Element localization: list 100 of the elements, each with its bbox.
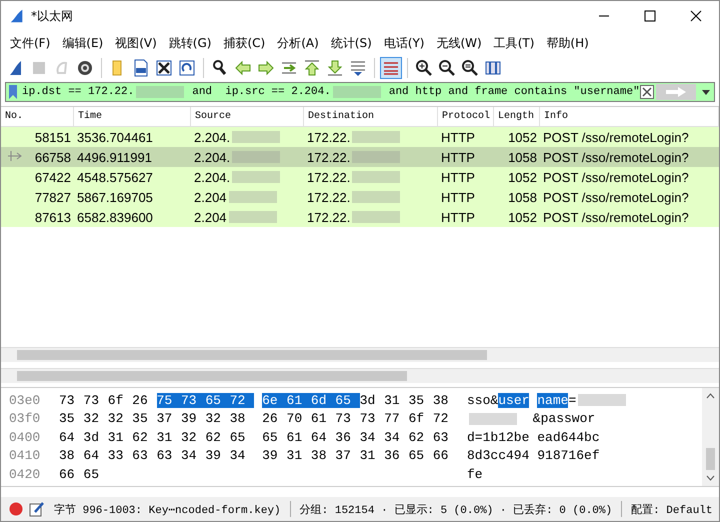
hex-byte[interactable]: 66 (59, 466, 84, 482)
horizontal-scrollbar[interactable] (1, 347, 719, 362)
hex-byte[interactable]: 31 (360, 448, 384, 464)
edit-icon[interactable] (29, 501, 45, 517)
hex-byte[interactable]: 37 (156, 411, 181, 426)
menu-item[interactable]: 跳转(G) (164, 32, 216, 54)
hex-byte[interactable]: 31 (156, 430, 181, 445)
hex-byte[interactable]: 61 (286, 430, 311, 445)
menu-item[interactable]: 视图(V) (110, 32, 162, 54)
ascii-text[interactable]: user (498, 392, 530, 408)
menu-item[interactable]: 帮助(H) (541, 32, 594, 54)
hex-byte[interactable]: 6e (262, 392, 287, 408)
hex-byte[interactable]: 34 (230, 448, 254, 464)
ascii-text[interactable]: = (568, 392, 576, 408)
menu-item[interactable]: 统计(S) (326, 32, 377, 54)
hex-byte[interactable]: 65 (262, 430, 287, 445)
menu-item[interactable]: 分析(A) (272, 32, 324, 54)
hex-byte[interactable]: 62 (132, 430, 157, 445)
hex-byte[interactable]: 66 (432, 448, 458, 464)
hex-byte[interactable]: 35 (59, 411, 84, 426)
vertical-scrollbar[interactable] (702, 388, 719, 486)
ascii-text[interactable]: name (537, 392, 568, 408)
menu-item[interactable]: 文件(F) (5, 32, 56, 54)
hex-byte[interactable]: 32 (108, 411, 132, 426)
hex-byte[interactable]: 62 (205, 430, 230, 445)
scroll-up-icon[interactable] (706, 393, 715, 399)
hex-byte[interactable]: 65 (83, 466, 108, 482)
hex-byte[interactable]: 38 (432, 392, 458, 408)
ascii-text[interactable]: d=1b12be ead644bc (467, 430, 600, 445)
hex-byte[interactable]: 34 (360, 430, 384, 445)
hex-byte[interactable]: 6d (310, 392, 336, 408)
hex-byte[interactable]: 31 (384, 392, 408, 408)
hex-byte[interactable]: 73 (83, 392, 108, 408)
hex-byte[interactable]: 33 (108, 448, 132, 464)
hex-byte[interactable]: 38 (59, 448, 84, 464)
close-icon[interactable] (690, 10, 702, 22)
hex-byte[interactable]: 72 (230, 392, 254, 408)
hex-byte[interactable]: 26 (262, 411, 287, 426)
hex-byte[interactable]: 39 (262, 448, 287, 464)
hex-byte[interactable]: 35 (132, 411, 157, 426)
hex-byte[interactable]: 31 (286, 448, 311, 464)
hex-byte[interactable]: 73 (180, 392, 206, 408)
packet-row[interactable]: 58151 3536.704461 2.204. 172.22. HTTP 1052 POST /sso/remoteLogin? (1, 127, 719, 147)
hex-byte[interactable]: 3d (83, 430, 108, 445)
hex-byte[interactable]: 32 (83, 411, 108, 426)
hex-byte[interactable]: 72 (432, 411, 458, 426)
hex-byte[interactable]: 32 (180, 430, 206, 445)
ascii-text[interactable]: &passwor (525, 411, 596, 426)
hex-byte[interactable]: 34 (384, 430, 408, 445)
ascii-text[interactable]: fe (467, 466, 483, 482)
horizontal-scrollbar[interactable] (1, 368, 719, 383)
hex-byte[interactable]: 63 (156, 448, 181, 464)
menu-item[interactable]: 捕获(C) (218, 32, 270, 54)
hex-byte[interactable]: 63 (432, 430, 458, 445)
hex-byte[interactable]: 65 (205, 392, 230, 408)
hex-byte[interactable]: 36 (335, 430, 360, 445)
ascii-text[interactable]: sso& (467, 392, 498, 408)
hex-byte[interactable]: 77 (384, 411, 408, 426)
menu-item[interactable]: 电话(Y) (378, 32, 430, 54)
maximize-icon[interactable] (644, 10, 656, 22)
hex-byte[interactable]: 6f (108, 392, 132, 408)
hex-byte[interactable]: 65 (335, 392, 360, 408)
hex-byte[interactable]: 64 (59, 430, 84, 445)
display-filter-field[interactable]: ip.dst == 172.22. and ip.src == 2.204. and http and frame contains "username" (5, 82, 715, 102)
hex-byte[interactable]: 65 (230, 430, 254, 445)
hex-byte[interactable]: 35 (408, 392, 433, 408)
hex-byte[interactable]: 38 (230, 411, 254, 426)
hex-byte[interactable]: 64 (83, 448, 108, 464)
menu-item[interactable]: 工具(T) (488, 32, 540, 54)
packet-row[interactable]: 77827 5867.169705 2.204 172.22. HTTP 1058 POST /sso/remoteLogin? (1, 187, 719, 207)
clear-icon[interactable] (640, 85, 654, 99)
hex-byte[interactable]: 31 (108, 430, 132, 445)
menu-item[interactable]: 编辑(E) (57, 32, 108, 54)
hex-byte[interactable]: 36 (384, 448, 408, 464)
hex-byte[interactable]: 3d (360, 392, 384, 408)
packet-row[interactable]: 67422 4548.575627 2.204. 172.22. HTTP 1052 POST /sso/remoteLogin? (1, 167, 719, 187)
hex-byte[interactable]: 70 (286, 411, 311, 426)
hex-byte[interactable]: 34 (180, 448, 206, 464)
hex-byte[interactable]: 65 (408, 448, 433, 464)
hex-byte[interactable]: 73 (335, 411, 360, 426)
hex-byte[interactable]: 32 (205, 411, 230, 426)
hex-byte[interactable]: 73 (360, 411, 384, 426)
hex-byte[interactable]: 61 (310, 411, 336, 426)
hex-byte[interactable]: 6f (408, 411, 433, 426)
scroll-down-icon[interactable] (706, 475, 715, 481)
ascii-text[interactable]: 8d3cc494 918716ef (467, 448, 600, 464)
hex-byte[interactable]: 73 (59, 392, 84, 408)
hex-byte[interactable]: 62 (408, 430, 433, 445)
packet-row[interactable]: 87613 6582.839600 2.204 172.22. HTTP 1052 POST /sso/remoteLogin? (1, 207, 719, 227)
hex-byte[interactable]: 39 (180, 411, 206, 426)
hex-byte[interactable]: 37 (335, 448, 360, 464)
scroll-thumb[interactable] (706, 448, 715, 470)
hex-byte[interactable]: 64 (310, 430, 336, 445)
hex-byte[interactable]: 63 (132, 448, 157, 464)
hex-byte[interactable]: 61 (286, 392, 311, 408)
profile-text[interactable]: 配置: Default (628, 502, 716, 516)
hex-byte[interactable]: 38 (310, 448, 336, 464)
hex-byte[interactable]: 75 (156, 392, 181, 408)
capture-status-icon[interactable] (9, 502, 23, 516)
menu-item[interactable]: 无线(W) (431, 32, 487, 54)
